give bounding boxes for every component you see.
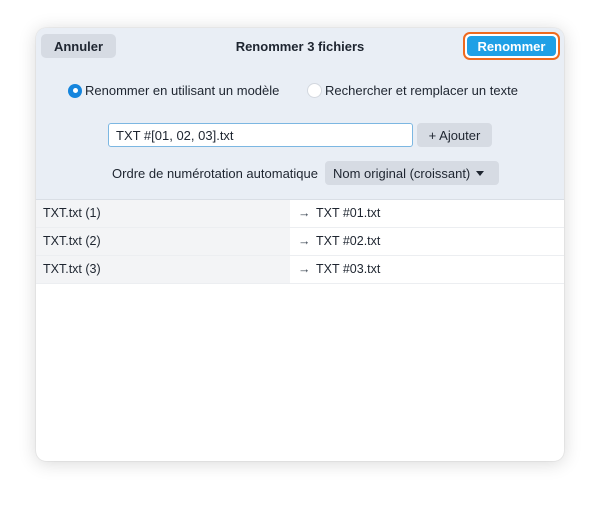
rename-button-focus-ring: Renommer bbox=[463, 32, 560, 60]
cancel-button[interactable]: Annuler bbox=[41, 34, 116, 58]
original-filename: TXT.txt (2) bbox=[36, 228, 290, 255]
table-row: TXT.txt (1) → TXT #01.txt bbox=[36, 200, 564, 228]
radio-label-find-replace: Rechercher et remplacer un texte bbox=[325, 83, 518, 98]
chevron-down-icon bbox=[476, 170, 485, 176]
rename-preview-list: TXT.txt (1) → TXT #01.txt TXT.txt (2) → … bbox=[36, 200, 564, 284]
arrow-right-icon: → bbox=[298, 234, 311, 248]
radio-unselected-icon[interactable] bbox=[307, 83, 322, 98]
new-filename: TXT #01.txt bbox=[316, 206, 381, 220]
original-filename: TXT.txt (3) bbox=[36, 256, 290, 283]
table-row: TXT.txt (2) → TXT #02.txt bbox=[36, 228, 564, 256]
original-filename: TXT.txt (1) bbox=[36, 200, 290, 227]
rename-mode-group: Renommer en utilisant un modèle Recherch… bbox=[36, 83, 564, 101]
rename-dialog: Annuler Renommer 3 fichiers Renommer Ren… bbox=[36, 28, 564, 461]
rename-button[interactable]: Renommer bbox=[467, 36, 556, 56]
radio-option-template[interactable]: Renommer en utilisant un modèle bbox=[68, 83, 279, 98]
radio-selected-icon[interactable] bbox=[68, 83, 82, 98]
add-token-button[interactable]: + Ajouter bbox=[417, 123, 492, 147]
numbering-order-value: Nom original (croissant) bbox=[333, 165, 471, 181]
pattern-input[interactable] bbox=[108, 123, 413, 147]
arrow-right-icon: → bbox=[298, 206, 311, 220]
numbering-order-dropdown[interactable]: Nom original (croissant) bbox=[325, 161, 499, 185]
new-filename: TXT #03.txt bbox=[316, 262, 381, 276]
numbering-order-label: Ordre de numérotation automatique bbox=[112, 166, 318, 181]
arrow-right-icon: → bbox=[298, 262, 311, 276]
radio-option-find-replace[interactable]: Rechercher et remplacer un texte bbox=[307, 83, 518, 98]
dialog-title: Renommer 3 fichiers bbox=[235, 39, 365, 54]
table-row: TXT.txt (3) → TXT #03.txt bbox=[36, 256, 564, 284]
radio-label-template: Renommer en utilisant un modèle bbox=[85, 83, 280, 98]
new-filename: TXT #02.txt bbox=[316, 234, 381, 248]
dialog-header-panel: Annuler Renommer 3 fichiers Renommer Ren… bbox=[36, 28, 564, 200]
